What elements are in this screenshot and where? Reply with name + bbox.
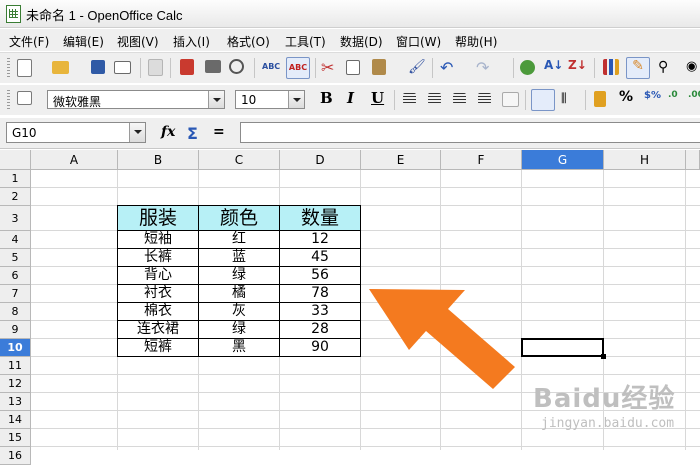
watermark-url-text: jingyan.baidu.com bbox=[541, 416, 675, 431]
arrow-shape bbox=[369, 289, 515, 389]
baidu-watermark: Baidu经验 jingyan.baidu.com bbox=[533, 378, 693, 440]
watermark-logo-text: Baidu经验 bbox=[533, 384, 676, 414]
